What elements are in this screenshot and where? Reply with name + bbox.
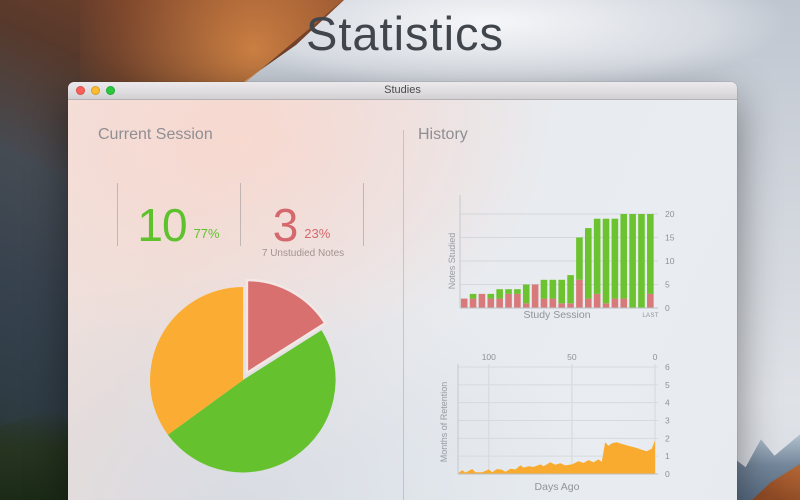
close-button[interactable] xyxy=(76,86,85,95)
window-titlebar[interactable]: Studies xyxy=(68,82,737,100)
svg-text:2: 2 xyxy=(665,433,670,443)
studied-stat: 10 77% xyxy=(117,180,240,246)
unstudied-notes-label: 7 Unstudied Notes xyxy=(240,248,366,259)
svg-text:5: 5 xyxy=(665,380,670,390)
current-session-header: Current Session xyxy=(98,126,213,144)
svg-text:0: 0 xyxy=(653,352,658,362)
svg-text:20: 20 xyxy=(665,209,675,219)
page-title: Statistics xyxy=(0,6,800,61)
svg-text:0: 0 xyxy=(665,469,670,479)
svg-text:15: 15 xyxy=(665,233,675,243)
unstudied-stat: 3 23% xyxy=(240,180,363,246)
panel-divider xyxy=(403,130,404,500)
retention-chart: 100 50 0 0 1 2 3 4 5 6 Months of Retention Days A… xyxy=(430,348,730,500)
window-content: Current Session History 10 77% 3 23% 7 U… xyxy=(68,100,737,500)
area-chart-y-axis-label: Months of Retention xyxy=(439,367,451,477)
stat-divider xyxy=(363,183,364,246)
minimize-button[interactable] xyxy=(91,86,100,95)
svg-text:3: 3 xyxy=(665,416,670,426)
svg-text:0: 0 xyxy=(665,303,670,313)
traffic-lights xyxy=(76,86,115,95)
bar-chart-y-axis-label: Notes Studied xyxy=(447,206,459,316)
svg-text:5: 5 xyxy=(665,280,670,290)
notes-studied-chart: 05101520LAST Notes Studied Study Session xyxy=(430,178,730,328)
svg-text:4: 4 xyxy=(665,398,670,408)
window-title: Studies xyxy=(68,82,737,99)
svg-text:6: 6 xyxy=(665,362,670,372)
area-chart-x-axis-label: Days Ago xyxy=(457,481,657,493)
zoom-button[interactable] xyxy=(106,86,115,95)
session-pie-chart xyxy=(133,277,353,483)
unstudied-count: 3 xyxy=(273,204,298,246)
svg-text:1: 1 xyxy=(665,451,670,461)
studied-percent: 77% xyxy=(194,226,220,241)
studies-window: Studies Current Session History 10 77% 3… xyxy=(68,82,737,500)
bar-chart-x-axis-label: Study Session xyxy=(457,309,657,321)
studied-count: 10 xyxy=(137,204,186,246)
history-header: History xyxy=(418,126,468,144)
svg-text:10: 10 xyxy=(665,256,675,266)
svg-text:50: 50 xyxy=(567,352,577,362)
svg-text:100: 100 xyxy=(482,352,496,362)
unstudied-percent: 23% xyxy=(304,226,330,241)
